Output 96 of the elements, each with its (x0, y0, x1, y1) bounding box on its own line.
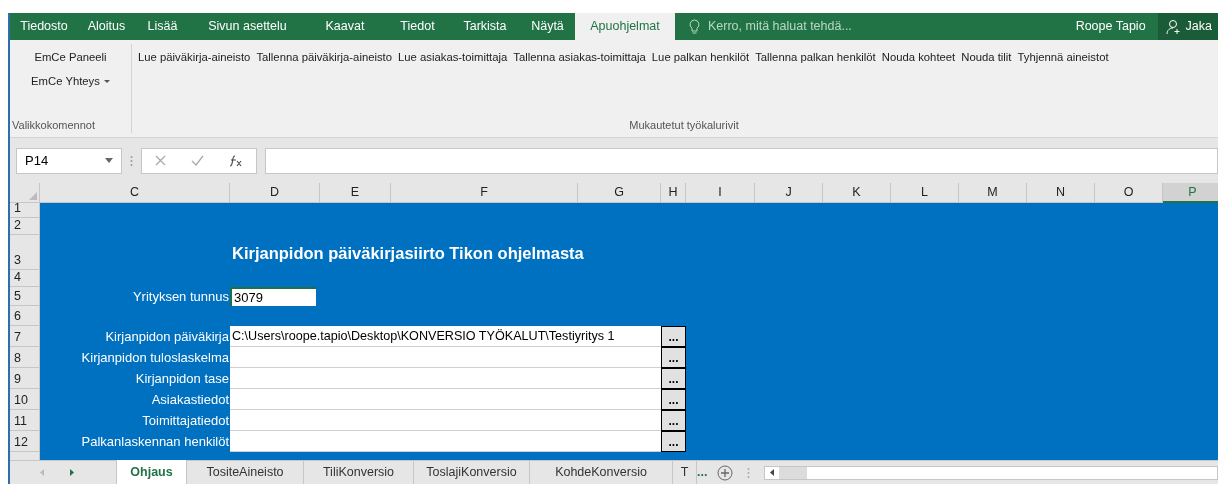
row-header[interactable]: 7 (10, 326, 40, 347)
row-header[interactable]: 2 (10, 218, 40, 235)
dropdown-caret-icon (105, 158, 113, 163)
row-header[interactable]: 1 (10, 203, 40, 218)
column-header[interactable]: K (823, 183, 891, 203)
ribbon-button[interactable]: EmCe Paneeli (34, 48, 107, 66)
field-label: Kirjanpidon tuloslaskelma (80, 348, 230, 367)
browse-button[interactable]: ... (661, 431, 686, 452)
path-field[interactable] (230, 431, 661, 452)
row-header[interactable]: 11 (10, 410, 40, 431)
row-header[interactable]: 9 (10, 368, 40, 389)
sheet-tab[interactable]: ToslajiKonversio (414, 461, 530, 484)
tell-me-field[interactable]: Kerro, mitä haluat tehdä... (689, 13, 1069, 40)
row-header[interactable]: 3 (10, 235, 40, 270)
grip-icon (747, 466, 751, 479)
browse-button[interactable]: ... (661, 368, 686, 389)
ribbon-tab[interactable]: Tiedot (385, 13, 450, 40)
ribbon-tab[interactable]: Tarkista (450, 13, 520, 40)
row-header[interactable]: 10 (10, 389, 40, 410)
user-name[interactable]: Roope Tapio (1075, 13, 1158, 40)
browse-button[interactable]: ... (661, 326, 686, 347)
check-icon[interactable] (191, 155, 204, 166)
ribbon-tab[interactable]: Aloitus (78, 13, 135, 40)
ribbon-button[interactable]: Lue asiakas-toimittaja (398, 48, 508, 66)
column-header[interactable]: D (230, 183, 320, 203)
add-sheet-icon[interactable] (717, 464, 734, 481)
scroll-right-icon[interactable] (70, 469, 74, 476)
more-tabs[interactable]: ... (697, 461, 716, 484)
path-field[interactable] (230, 347, 661, 368)
path-field[interactable]: C:\Users\roope.tapio\Desktop\KONVERSIO TYÖKALUT\Testiyritys 1 (230, 326, 661, 347)
scroll-left-icon[interactable] (770, 469, 775, 476)
ribbon-group-label: Valikkokomennot (12, 117, 95, 133)
function-icon[interactable] (229, 154, 244, 167)
browse-button[interactable]: ... (661, 410, 686, 431)
column-header[interactable]: M (959, 183, 1027, 203)
column-header[interactable]: P (1163, 183, 1218, 203)
cell-reference: P14 (25, 151, 49, 170)
ribbon-button[interactable]: Tallenna asiakas-toimittaja (513, 48, 646, 66)
row-header[interactable]: 8 (10, 347, 40, 368)
column-header[interactable]: C (40, 183, 230, 203)
dropdown-caret-icon (103, 79, 110, 83)
field-label: Kirjanpidon päiväkirja (104, 327, 230, 346)
row-header[interactable]: 4 (10, 270, 40, 287)
name-box[interactable]: P14 (16, 147, 122, 174)
column-header[interactable]: N (1027, 183, 1095, 203)
field-label: Toimittajatiedot (141, 411, 230, 430)
ribbon-button[interactable]: Nouda kohteet (881, 48, 956, 66)
ribbon-tab[interactable]: Kaavat (305, 13, 385, 40)
sheet-tab[interactable]: Ohjaus (116, 460, 187, 484)
ribbon-tab[interactable]: Näytä (520, 13, 575, 40)
field-label: Yrityksen tunnus (131, 287, 230, 306)
ribbon-button[interactable]: Lue päiväkirja-aineisto (138, 48, 251, 66)
sheet-tab[interactable]: TiliKonversio (304, 461, 414, 484)
field-label: Asiakastiedot (150, 390, 230, 409)
select-all-icon[interactable] (29, 192, 37, 200)
path-field[interactable] (230, 410, 661, 431)
cancel-icon[interactable] (154, 155, 166, 166)
row-header[interactable]: 5 (10, 287, 40, 306)
browse-button[interactable]: ... (661, 389, 686, 410)
lightbulb-icon (689, 19, 700, 34)
ribbon-button[interactable]: Tallenna palkan henkilöt (755, 48, 876, 66)
ribbon-dropdown[interactable]: EmCe Yhteys (31, 72, 110, 90)
grip-icon (130, 154, 133, 167)
column-header[interactable]: O (1095, 183, 1163, 203)
ribbon-button[interactable]: Tyhjennä aineistot (1017, 48, 1109, 66)
column-header[interactable]: J (755, 183, 823, 203)
column-header[interactable]: F (391, 183, 578, 203)
path-field[interactable] (230, 389, 661, 410)
sheet-tab[interactable]: KohdeKonversio (530, 461, 673, 484)
column-header[interactable]: I (686, 183, 755, 203)
column-header[interactable]: H (661, 183, 686, 203)
ribbon-button[interactable]: Lue palkan henkilöt (651, 48, 750, 66)
browse-button[interactable]: ... (661, 347, 686, 368)
person-add-icon (1165, 18, 1182, 35)
column-header[interactable]: G (578, 183, 661, 203)
ribbon-button[interactable]: Nouda tilit (961, 48, 1012, 66)
ribbon-button[interactable]: Tallenna päiväkirja-aineisto (256, 48, 393, 66)
horizontal-scrollbar[interactable] (764, 465, 1218, 480)
sheet-tab[interactable]: T (673, 461, 697, 484)
column-header[interactable]: L (891, 183, 959, 203)
share-button[interactable]: Jaka (1157, 13, 1218, 40)
column-header[interactable]: E (320, 183, 391, 203)
sheet-tab[interactable]: TositeAineisto (187, 461, 304, 484)
path-field[interactable] (230, 368, 661, 389)
ribbon-tab[interactable]: Sivun asettelu (190, 13, 305, 40)
sheet-title: Kirjanpidon päiväkirjasiirto Tikon ohjelmasta (231, 243, 585, 265)
formula-bar[interactable] (265, 147, 1218, 174)
ribbon-tab[interactable]: Tiedosto (10, 13, 78, 40)
field-label: Kirjanpidon tase (134, 369, 230, 388)
ribbon-tab[interactable]: Apuohjelmat (575, 13, 675, 40)
row-header[interactable]: 12 (10, 431, 40, 452)
input-field[interactable]: 3079 (230, 287, 316, 306)
ribbon-tab[interactable]: Lisää (135, 13, 190, 40)
row-header[interactable]: 6 (10, 306, 40, 326)
ribbon-group-label: Mukautetut työkalurivit (629, 117, 739, 133)
field-label: Palkanlaskennan henkilöt (80, 432, 230, 451)
